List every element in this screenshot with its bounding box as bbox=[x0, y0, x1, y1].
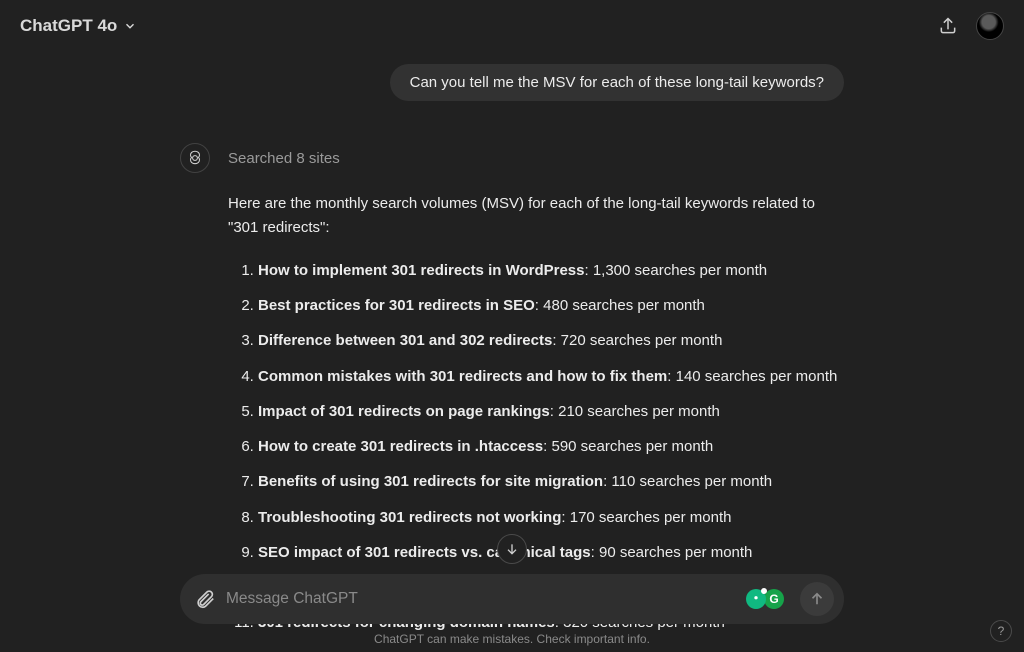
arrow-down-icon bbox=[504, 541, 520, 557]
list-item: Common mistakes with 301 redirects and h… bbox=[258, 365, 844, 388]
keyword-volume: : 590 searches per month bbox=[543, 438, 713, 455]
model-switcher[interactable]: ChatGPT 4o bbox=[20, 16, 137, 36]
assistant-intro: Here are the monthly search volumes (MSV… bbox=[228, 192, 844, 239]
message-input[interactable] bbox=[226, 590, 736, 608]
keyword-volume: : 170 searches per month bbox=[561, 509, 731, 526]
composer: G bbox=[180, 574, 844, 624]
help-label: ? bbox=[998, 624, 1005, 638]
header: ChatGPT 4o bbox=[0, 0, 1024, 52]
keyword-volume: : 90 searches per month bbox=[591, 544, 753, 561]
keyword-volume: : 1,300 searches per month bbox=[584, 262, 767, 279]
assistant-avatar bbox=[180, 143, 210, 173]
pin-icon bbox=[751, 594, 761, 604]
extension-badges: G bbox=[746, 589, 784, 609]
keyword-volume: : 210 searches per month bbox=[550, 403, 720, 420]
list-item: SEO impact of 301 redirects vs. canonica… bbox=[258, 541, 844, 564]
share-icon bbox=[938, 16, 958, 36]
openai-icon bbox=[186, 149, 204, 167]
user-message-bubble: Can you tell me the MSV for each of thes… bbox=[390, 64, 844, 101]
list-item: Benefits of using 301 redirects for site… bbox=[258, 470, 844, 493]
keyword-term: Difference between 301 and 302 redirects bbox=[258, 332, 552, 349]
assistant-message-row: Searched 8 sites Here are the monthly se… bbox=[180, 147, 844, 647]
list-item: How to create 301 redirects in .htaccess… bbox=[258, 435, 844, 458]
keyword-term: SEO impact of 301 redirects vs. canonica… bbox=[258, 544, 591, 561]
share-button[interactable] bbox=[938, 16, 958, 36]
assistant-message-body: Searched 8 sites Here are the monthly se… bbox=[228, 147, 844, 647]
keyword-term: How to create 301 redirects in .htaccess bbox=[258, 438, 543, 455]
user-message-row: Can you tell me the MSV for each of thes… bbox=[180, 64, 844, 101]
keyword-term: Benefits of using 301 redirects for site… bbox=[258, 473, 603, 490]
scroll-to-bottom-button[interactable] bbox=[497, 534, 527, 564]
keyword-term: Troubleshooting 301 redirects not workin… bbox=[258, 509, 561, 526]
keyword-term: Impact of 301 redirects on page rankings bbox=[258, 403, 550, 420]
help-button[interactable]: ? bbox=[990, 620, 1012, 642]
user-message-text: Can you tell me the MSV for each of thes… bbox=[410, 74, 824, 91]
keyword-term: How to implement 301 redirects in WordPr… bbox=[258, 262, 584, 279]
avatar[interactable] bbox=[976, 12, 1004, 40]
chevron-down-icon bbox=[123, 19, 137, 33]
list-item: Troubleshooting 301 redirects not workin… bbox=[258, 506, 844, 529]
keyword-term: Common mistakes with 301 redirects and h… bbox=[258, 368, 667, 385]
send-button[interactable] bbox=[800, 582, 834, 616]
paperclip-icon bbox=[194, 588, 216, 610]
arrow-up-icon bbox=[808, 590, 826, 608]
keyword-volume: : 140 searches per month bbox=[667, 368, 837, 385]
extension-badge-1[interactable] bbox=[746, 589, 766, 609]
footnote: ChatGPT can make mistakes. Check importa… bbox=[0, 632, 1024, 646]
keyword-volume: : 110 searches per month bbox=[603, 473, 772, 490]
attach-button[interactable] bbox=[194, 588, 216, 610]
searched-label: Searched 8 sites bbox=[228, 147, 844, 170]
list-item: Impact of 301 redirects on page rankings… bbox=[258, 400, 844, 423]
list-item: Difference between 301 and 302 redirects… bbox=[258, 329, 844, 352]
extension-badge-2[interactable]: G bbox=[764, 589, 784, 609]
keyword-volume: : 480 searches per month bbox=[535, 297, 705, 314]
composer-wrap: G bbox=[180, 574, 844, 624]
list-item: How to implement 301 redirects in WordPr… bbox=[258, 259, 844, 282]
list-item: Best practices for 301 redirects in SEO:… bbox=[258, 294, 844, 317]
header-actions bbox=[938, 12, 1004, 40]
keyword-volume: : 720 searches per month bbox=[552, 332, 722, 349]
keyword-term: Best practices for 301 redirects in SEO bbox=[258, 297, 535, 314]
model-label: ChatGPT 4o bbox=[20, 16, 117, 36]
